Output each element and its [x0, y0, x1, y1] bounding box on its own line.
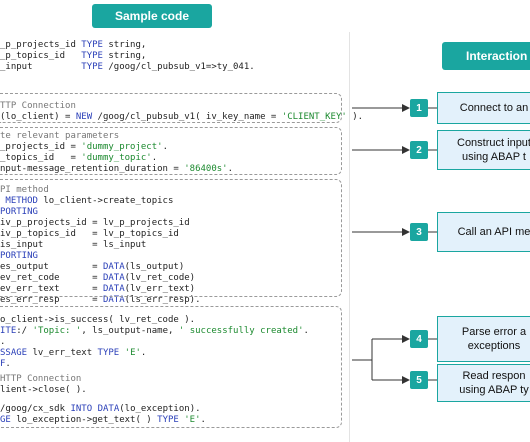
interaction-flow-header: Interaction fl: [442, 42, 530, 70]
step-3-label: Call an API me: [457, 226, 530, 238]
step-5-badge: 5: [410, 371, 428, 389]
code-group-response: [0, 306, 342, 428]
code-group-connect: [0, 93, 342, 123]
sample-code-header: Sample code: [92, 4, 212, 28]
step-4-label: Parse error a exceptions: [461, 326, 527, 352]
step-2-label: Construct input using ABAP t: [457, 137, 530, 163]
step-4-badge: 4: [410, 330, 428, 348]
step-3-box: Call an API me: [437, 212, 530, 252]
step-4-box: Parse error a exceptions: [437, 316, 530, 362]
code-group-parameters: [0, 127, 342, 175]
code-line: _input TYPE /goog/cl_pubsub_v1=>ty_041.: [0, 62, 255, 72]
step-1-box: Connect to an: [437, 92, 530, 124]
step-2-badge: 2: [410, 141, 428, 159]
step-2-box: Construct input using ABAP t: [437, 130, 530, 170]
step-5-label: Read respon using ABAP ty: [459, 370, 529, 396]
code-line: _p_topics_id TYPE string,: [0, 51, 147, 61]
code-group-api-call: [0, 179, 342, 297]
step-1-label: Connect to an: [459, 102, 529, 114]
code-line: _p_projects_id TYPE string,: [0, 40, 147, 50]
step-1-badge: 1: [410, 99, 428, 117]
step-5-box: Read respon using ABAP ty: [437, 364, 530, 402]
step-3-badge: 3: [410, 223, 428, 241]
